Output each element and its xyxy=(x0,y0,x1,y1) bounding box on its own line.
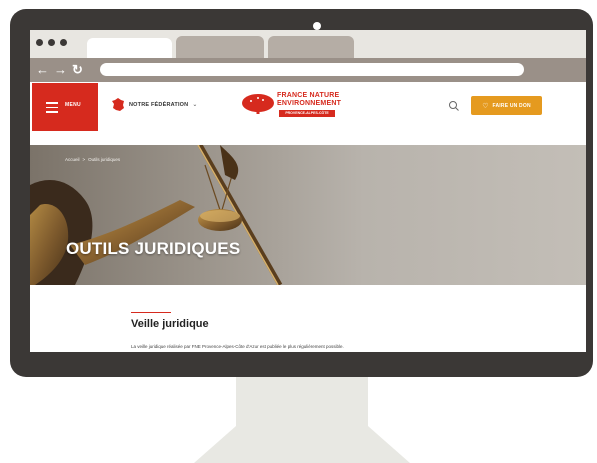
chevron-down-icon: ⌄ xyxy=(192,102,198,108)
federation-label: NOTRE FÉDÉRATION xyxy=(129,101,189,108)
justice-statue-image xyxy=(30,145,283,285)
logo-region-tag: PROVENCE-ALPES-CÔTE D'AZUR xyxy=(279,110,335,122)
monitor-stand-neck xyxy=(236,377,368,427)
federation-dropdown[interactable]: NOTRE FÉDÉRATION ⌄ xyxy=(112,98,197,111)
hero-banner: Accueil > Outils juridiques OUTILS JURID… xyxy=(30,145,586,285)
reload-icon[interactable]: ↻ xyxy=(72,62,83,78)
page-title: OUTILS JURIDIQUES xyxy=(66,239,241,258)
window-dot[interactable] xyxy=(60,39,67,46)
main-content: Veille juridique La veille juridique réa… xyxy=(30,285,586,352)
site-logo[interactable]: FRANCE NATURE ENVIRONNEMENT PROVENCE-ALP… xyxy=(241,90,341,122)
browser-tab-active[interactable] xyxy=(87,38,172,58)
tree-logo-icon xyxy=(242,94,274,114)
section-title: Veille juridique xyxy=(131,318,209,330)
browser-tab[interactable] xyxy=(176,36,264,58)
section-divider xyxy=(131,312,171,313)
back-arrow-icon[interactable]: ← xyxy=(36,62,49,78)
breadcrumb-separator: > xyxy=(82,157,86,162)
heart-icon: ♡ xyxy=(482,102,489,110)
hamburger-icon xyxy=(46,102,58,116)
breadcrumb-current: Outils juridiques xyxy=(88,157,121,162)
monitor-bottom-bezel xyxy=(30,352,586,360)
search-icon[interactable] xyxy=(448,100,460,112)
website: MENU NOTRE FÉDÉRATION ⌄ FRANCE NATURE EN… xyxy=(30,82,586,352)
breadcrumb: Accueil > Outils juridiques xyxy=(65,157,120,162)
intro-text: La veille juridique réalisée par FNE Pro… xyxy=(131,344,344,349)
site-header: MENU NOTRE FÉDÉRATION ⌄ FRANCE NATURE EN… xyxy=(30,82,586,145)
camera-dot xyxy=(313,22,321,30)
donate-label: FAIRE UN DON xyxy=(492,102,531,109)
menu-label: MENU xyxy=(65,102,81,108)
forward-arrow-icon[interactable]: → xyxy=(54,62,67,78)
breadcrumb-home-link[interactable]: Accueil xyxy=(65,157,80,162)
france-map-icon xyxy=(112,98,124,111)
logo-text-line1: FRANCE NATURE xyxy=(277,92,340,99)
address-bar[interactable] xyxy=(100,63,524,76)
browser-chrome: ← → ↻ xyxy=(30,30,586,82)
window-dot[interactable] xyxy=(36,39,43,46)
window-controls xyxy=(36,39,67,46)
menu-button[interactable]: MENU xyxy=(32,83,98,131)
donate-button[interactable]: ♡ FAIRE UN DON xyxy=(471,96,542,115)
logo-text-line2: ENVIRONNEMENT xyxy=(277,100,342,107)
browser-navbar: ← → ↻ xyxy=(30,58,586,82)
monitor-illustration: ← → ↻ MENU NOTRE FÉDÉRATION ⌄ FRANCE NAT… xyxy=(0,0,597,463)
window-dot[interactable] xyxy=(48,39,55,46)
browser-tab[interactable] xyxy=(268,36,354,58)
